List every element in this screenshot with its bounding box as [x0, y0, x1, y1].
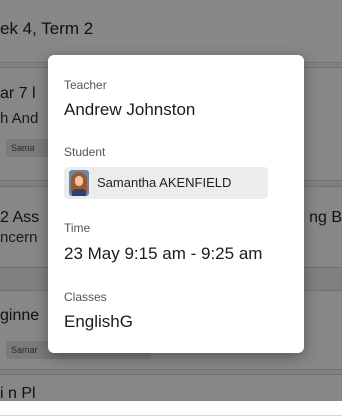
teacher-label: Teacher — [64, 78, 107, 92]
student-name: Samantha AKENFIELD — [97, 175, 232, 190]
student-label: Student — [64, 145, 106, 159]
lesson-details-popup: Teacher Andrew Johnston Student Samantha… — [48, 55, 304, 353]
classes-label: Classes — [64, 290, 107, 304]
time-label: Time — [64, 221, 91, 235]
student-avatar — [69, 170, 89, 196]
time-value: 23 May 9:15 am - 9:25 am — [64, 244, 263, 263]
student-chip[interactable]: Samantha AKENFIELD — [64, 167, 268, 199]
classes-value: EnglishG — [64, 312, 133, 331]
teacher-name: Andrew Johnston — [64, 100, 196, 119]
